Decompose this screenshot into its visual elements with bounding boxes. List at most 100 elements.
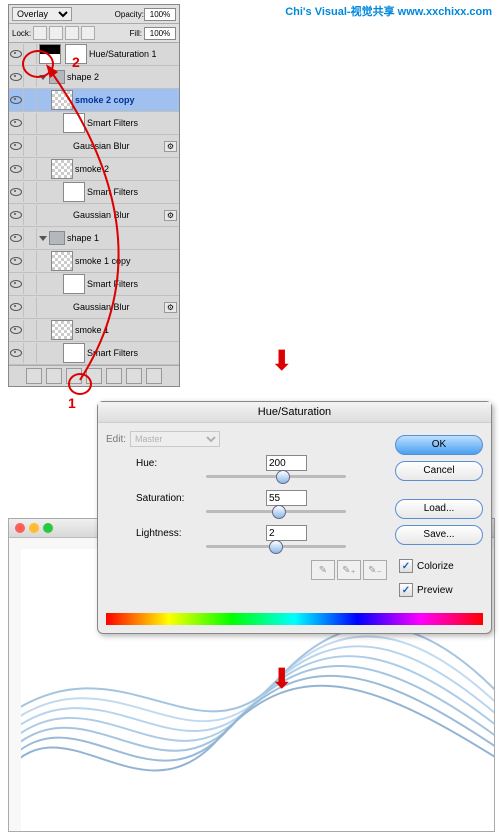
smart-filters-row[interactable]: Smart Filters xyxy=(9,273,179,296)
disclosure-triangle-icon[interactable] xyxy=(39,236,47,241)
layer-thumb xyxy=(51,159,73,179)
visibility-toggle[interactable] xyxy=(9,90,24,110)
ok-button[interactable]: OK xyxy=(395,435,483,455)
adjustment-layer-button[interactable] xyxy=(86,368,102,384)
visibility-toggle[interactable] xyxy=(9,113,24,133)
visibility-toggle[interactable] xyxy=(9,343,24,363)
close-window-icon[interactable] xyxy=(15,523,25,533)
fill-label: Fill: xyxy=(130,29,142,38)
lightness-slider[interactable] xyxy=(206,545,346,548)
filter-gaussian-blur[interactable]: Gaussian Blur ⚙ xyxy=(9,296,179,319)
layer-thumb xyxy=(51,90,73,110)
layer-hue-saturation[interactable]: Hue/Saturation 1 xyxy=(9,43,179,66)
eye-icon xyxy=(10,257,22,265)
eye-icon xyxy=(10,326,22,334)
eye-icon xyxy=(10,50,22,58)
layer-label: Hue/Saturation 1 xyxy=(89,49,157,59)
visibility-toggle[interactable] xyxy=(9,228,24,248)
new-layer-button[interactable] xyxy=(126,368,142,384)
delete-layer-button[interactable] xyxy=(146,368,162,384)
opacity-label: Opacity: xyxy=(115,10,144,19)
eyedropper-button[interactable]: ✎ xyxy=(311,560,335,580)
layer-thumb xyxy=(51,320,73,340)
filter-gaussian-blur[interactable]: Gaussian Blur ⚙ xyxy=(9,135,179,158)
slider-thumb-icon[interactable] xyxy=(269,540,283,554)
lock-position-icon[interactable] xyxy=(65,26,79,40)
fill-value[interactable]: 100% xyxy=(144,27,176,40)
visibility-toggle[interactable] xyxy=(9,67,24,87)
lock-all-icon[interactable] xyxy=(81,26,95,40)
group-shape-2[interactable]: shape 2 xyxy=(9,66,179,89)
saturation-input[interactable] xyxy=(266,490,307,506)
layer-style-button[interactable] xyxy=(46,368,62,384)
colorize-label: Colorize xyxy=(417,561,454,572)
eyedropper-subtract-button[interactable]: ✎₋ xyxy=(363,560,387,580)
disclosure-triangle-icon[interactable] xyxy=(39,75,47,80)
panel-footer xyxy=(9,365,179,386)
hue-slider[interactable] xyxy=(206,475,346,478)
layer-smoke-2[interactable]: smoke 2 xyxy=(9,158,179,181)
saturation-slider[interactable] xyxy=(206,510,346,513)
save-button[interactable]: Save... xyxy=(395,525,483,545)
eye-icon xyxy=(10,96,22,104)
visibility-toggle[interactable] xyxy=(9,205,24,225)
hue-label: Hue: xyxy=(136,458,206,469)
visibility-toggle[interactable] xyxy=(9,44,24,64)
lock-image-icon[interactable] xyxy=(49,26,63,40)
slider-thumb-icon[interactable] xyxy=(276,470,290,484)
adjustment-thumb xyxy=(39,44,61,64)
filter-gaussian-blur[interactable]: Gaussian Blur ⚙ xyxy=(9,204,179,227)
hue-saturation-dialog: Hue/Saturation Edit: Master Hue: Saturat… xyxy=(97,401,492,634)
zoom-window-icon[interactable] xyxy=(43,523,53,533)
edit-select[interactable]: Master xyxy=(130,431,220,447)
eye-icon xyxy=(10,188,22,196)
panel-options-row: Overlay Opacity: 100% xyxy=(9,5,179,24)
minimize-window-icon[interactable] xyxy=(29,523,39,533)
filter-options-icon[interactable]: ⚙ xyxy=(164,302,177,313)
smart-filters-row[interactable]: Smart Filters xyxy=(9,112,179,135)
dialog-title: Hue/Saturation xyxy=(98,402,491,423)
eyedropper-add-button[interactable]: ✎₊ xyxy=(337,560,361,580)
new-group-button[interactable] xyxy=(106,368,122,384)
hue-input[interactable] xyxy=(266,455,307,471)
cancel-button[interactable]: Cancel xyxy=(395,461,483,481)
visibility-toggle[interactable] xyxy=(9,182,24,202)
load-button[interactable]: Load... xyxy=(395,499,483,519)
folder-icon xyxy=(49,70,65,84)
preview-checkbox[interactable]: ✓ xyxy=(399,583,413,597)
group-label: shape 1 xyxy=(67,233,99,243)
layer-label: smoke 2 xyxy=(75,164,109,174)
visibility-toggle[interactable] xyxy=(9,159,24,179)
eye-icon xyxy=(10,119,22,127)
layer-smoke-1-copy[interactable]: smoke 1 copy xyxy=(9,250,179,273)
lock-row: Lock: Fill: 100% xyxy=(9,24,179,43)
group-label: shape 2 xyxy=(67,72,99,82)
eye-icon xyxy=(10,165,22,173)
slider-thumb-icon[interactable] xyxy=(272,505,286,519)
visibility-toggle[interactable] xyxy=(9,274,24,294)
eye-icon xyxy=(10,211,22,219)
layer-smoke-1[interactable]: smoke 1 xyxy=(9,319,179,342)
group-shape-1[interactable]: shape 1 xyxy=(9,227,179,250)
smart-filters-row[interactable]: Smart Filters xyxy=(9,181,179,204)
opacity-value[interactable]: 100% xyxy=(144,8,176,21)
filter-options-icon[interactable]: ⚙ xyxy=(164,210,177,221)
visibility-toggle[interactable] xyxy=(9,297,24,317)
smart-filters-label: Smart Filters xyxy=(87,187,138,197)
preview-label: Preview xyxy=(417,585,453,596)
filter-mask-thumb xyxy=(63,343,85,363)
visibility-toggle[interactable] xyxy=(9,136,24,156)
visibility-toggle[interactable] xyxy=(9,320,24,340)
colorize-checkbox[interactable]: ✓ xyxy=(399,559,413,573)
blend-mode-select[interactable]: Overlay xyxy=(12,7,72,21)
lightness-input[interactable] xyxy=(266,525,307,541)
filter-options-icon[interactable]: ⚙ xyxy=(164,141,177,152)
eye-icon xyxy=(10,73,22,81)
smart-filters-row[interactable]: Smart Filters xyxy=(9,342,179,365)
lock-transparent-icon[interactable] xyxy=(33,26,47,40)
link-layers-button[interactable] xyxy=(26,368,42,384)
visibility-toggle[interactable] xyxy=(9,251,24,271)
edit-label: Edit: xyxy=(106,434,126,445)
layer-mask-button[interactable] xyxy=(66,368,82,384)
layer-smoke-2-copy[interactable]: smoke 2 copy xyxy=(9,89,179,112)
